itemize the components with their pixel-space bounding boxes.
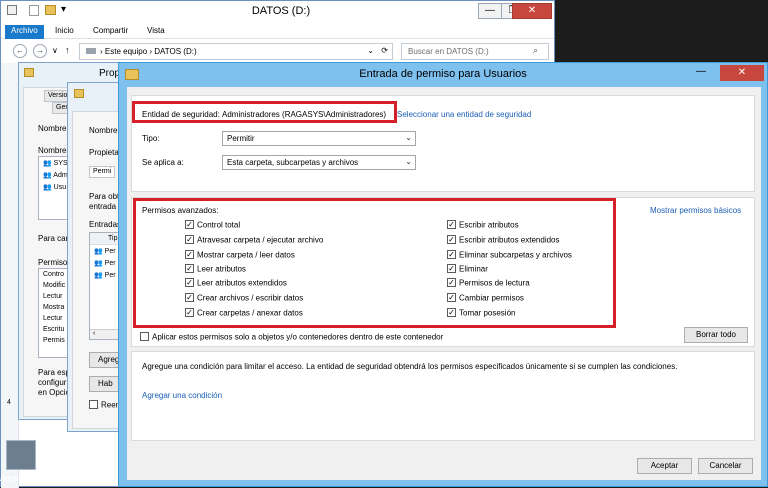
dialog-body: Entidad de seguridad: Administradores (R… (127, 87, 761, 480)
ribbon-tabs: Archivo Inicio Compartir Vista (1, 23, 554, 39)
perm-control-total[interactable]: ✓ Control total (185, 220, 240, 230)
entries-label: Entradas (89, 220, 122, 229)
refresh-icon[interactable]: ⟳ (381, 46, 388, 55)
perm-read-permissions[interactable]: ✓ Permisos de lectura (447, 278, 530, 288)
properties-quick-icon[interactable] (29, 5, 39, 16)
perm-read-extended-attributes[interactable]: ✓ Leer atributos extendidos (185, 278, 287, 288)
address-toolbar: ← → ∨ ↑ › Este equipo › DATOS (D:) ⌄ ⟳ B… (1, 40, 554, 62)
permission-entry-dialog: Entrada de permiso para Usuarios — ✕ Ent… (118, 62, 768, 487)
conditions-panel: Agregue una condición para limitar el ac… (131, 351, 755, 441)
user-group-icon: 👥 (94, 272, 105, 279)
tab-compartir[interactable]: Compartir (87, 25, 134, 39)
checkbox-box[interactable] (140, 332, 149, 342)
minimize-button[interactable]: — (689, 65, 713, 81)
advanced-hint-line-2: configur (38, 378, 67, 387)
perm-take-ownership[interactable]: ✓ Tomar posesión (447, 308, 515, 318)
perm-write-extended-attributes[interactable]: ✓ Escribir atributos extendidos (447, 235, 560, 245)
folder-icon (74, 89, 84, 98)
perm-change-permissions[interactable]: ✓ Cambiar permisos (447, 293, 524, 303)
applies-to-label: Se aplica a: (142, 158, 184, 167)
cancel-button[interactable]: Cancelar (698, 458, 753, 474)
add-condition-link[interactable]: Agregar una condición (142, 391, 222, 400)
perm-delete-subfolders-files[interactable]: ✓ Eliminar subcarpetas y archivos (447, 250, 572, 260)
nav-pane-number: 4 (7, 399, 11, 406)
user-group-icon: 👥 (94, 248, 105, 255)
owner-label: Propieta (89, 148, 119, 157)
advanced-hint-line-1: Para esp (38, 368, 71, 377)
chevron-down-icon: ⌄ (405, 157, 412, 166)
address-bar[interactable]: › Este equipo › DATOS (D:) ⌄ ⟳ (79, 43, 393, 60)
close-button[interactable]: ✕ (512, 3, 552, 19)
forward-arrow-icon[interactable]: → (33, 44, 47, 58)
explorer-title: DATOS (D:) (251, 5, 311, 17)
tab-permissions[interactable]: Permi (89, 166, 116, 178)
perm-delete[interactable]: ✓ Eliminar (447, 264, 488, 274)
user-group-icon: 👥 (94, 260, 105, 267)
drive-icon (86, 48, 96, 54)
recent-locations-icon[interactable]: ∨ (52, 46, 58, 55)
new-folder-quick-icon[interactable] (45, 5, 56, 15)
properties-title: Prop (99, 68, 121, 79)
perm-write-attributes[interactable]: ✓ Escribir atributos (447, 220, 519, 230)
close-button[interactable]: ✕ (720, 65, 764, 81)
scroll-left-icon[interactable]: ‹ (93, 330, 95, 337)
back-arrow-icon[interactable]: ← (13, 44, 27, 58)
user-group-icon: 👥 (43, 184, 54, 191)
applies-to-select[interactable]: Esta carpeta, subcarpetas y archivos ⌄ (222, 155, 416, 170)
checkbox-box[interactable] (89, 400, 98, 410)
navigation-pane[interactable] (1, 63, 19, 488)
search-input[interactable]: Buscar en DATOS (D:) (401, 43, 549, 60)
minimize-button[interactable]: — (478, 3, 502, 19)
principal-highlight (132, 101, 397, 123)
tab-vista[interactable]: Vista (141, 25, 171, 39)
perm-create-folders-append-data[interactable]: ✓ Crear carpetas / anexar datos (185, 308, 303, 318)
show-basic-permissions-link[interactable]: Mostrar permisos básicos (650, 206, 741, 215)
apply-only-to-children-checkbox[interactable]: Aplicar estos permisos solo a objetos y/… (140, 332, 443, 342)
explorer-titlebar: ▾ DATOS (D:) — ❐ ✕ (1, 1, 554, 23)
object-name-label: Nombre (38, 124, 67, 133)
clear-all-button[interactable]: Borrar todo (684, 327, 748, 343)
principal-panel: Entidad de seguridad: Administradores (R… (131, 95, 755, 192)
perm-create-files-write-data[interactable]: ✓ Crear archivos / escribir datos (185, 293, 303, 303)
advanced-hint-line-3: en Opcio (38, 388, 71, 397)
object-name-label: Nombre (89, 126, 118, 135)
perm-read-attributes[interactable]: ✓ Leer atributos (185, 264, 246, 274)
group-names-label: Nombres (38, 146, 71, 155)
search-icon[interactable]: ⌕ (533, 45, 538, 56)
chevron-down-icon: ⌄ (405, 133, 412, 142)
system-menu-icon[interactable] (7, 5, 17, 15)
perm-traverse-execute[interactable]: ✓ Atravesar carpeta / ejecutar archivo (185, 235, 323, 245)
tab-archivo[interactable]: Archivo (5, 25, 44, 39)
folder-icon (24, 68, 34, 77)
user-group-icon: 👥 (43, 160, 54, 167)
perm-list-read-data[interactable]: ✓ Mostrar carpeta / leer datos (185, 250, 295, 260)
select-principal-link[interactable]: Seleccionar una entidad de seguridad (397, 110, 531, 119)
hint-line-2: entrada (89, 202, 117, 211)
type-label: Tipo: (142, 134, 160, 143)
hint-line-1: Para obt (89, 192, 120, 201)
up-arrow-icon[interactable]: ↑ (65, 45, 70, 55)
ok-button[interactable]: Aceptar (637, 458, 692, 474)
breadcrumb-this-pc[interactable]: Este equipo (105, 47, 147, 56)
desktop-icon-label[interactable]: Administración (0, 474, 52, 483)
user-group-icon: 👥 (43, 172, 54, 179)
type-select[interactable]: Permitir ⌄ (222, 131, 416, 146)
customize-quick-access-icon[interactable]: ▾ (61, 4, 66, 15)
administration-tools-icon[interactable] (6, 440, 36, 470)
change-permissions-hint: Para can (38, 234, 71, 243)
dialog-title: Entrada de permiso para Usuarios (359, 68, 527, 80)
tab-inicio[interactable]: Inicio (49, 25, 80, 39)
condition-description: Agregue una condición para limitar el ac… (142, 362, 678, 371)
breadcrumb-drive[interactable]: DATOS (D:) (154, 47, 196, 56)
address-dropdown-icon[interactable]: ⌄ (367, 46, 374, 55)
advanced-permissions-panel: Permisos avanzados: Mostrar permisos bás… (131, 197, 755, 347)
